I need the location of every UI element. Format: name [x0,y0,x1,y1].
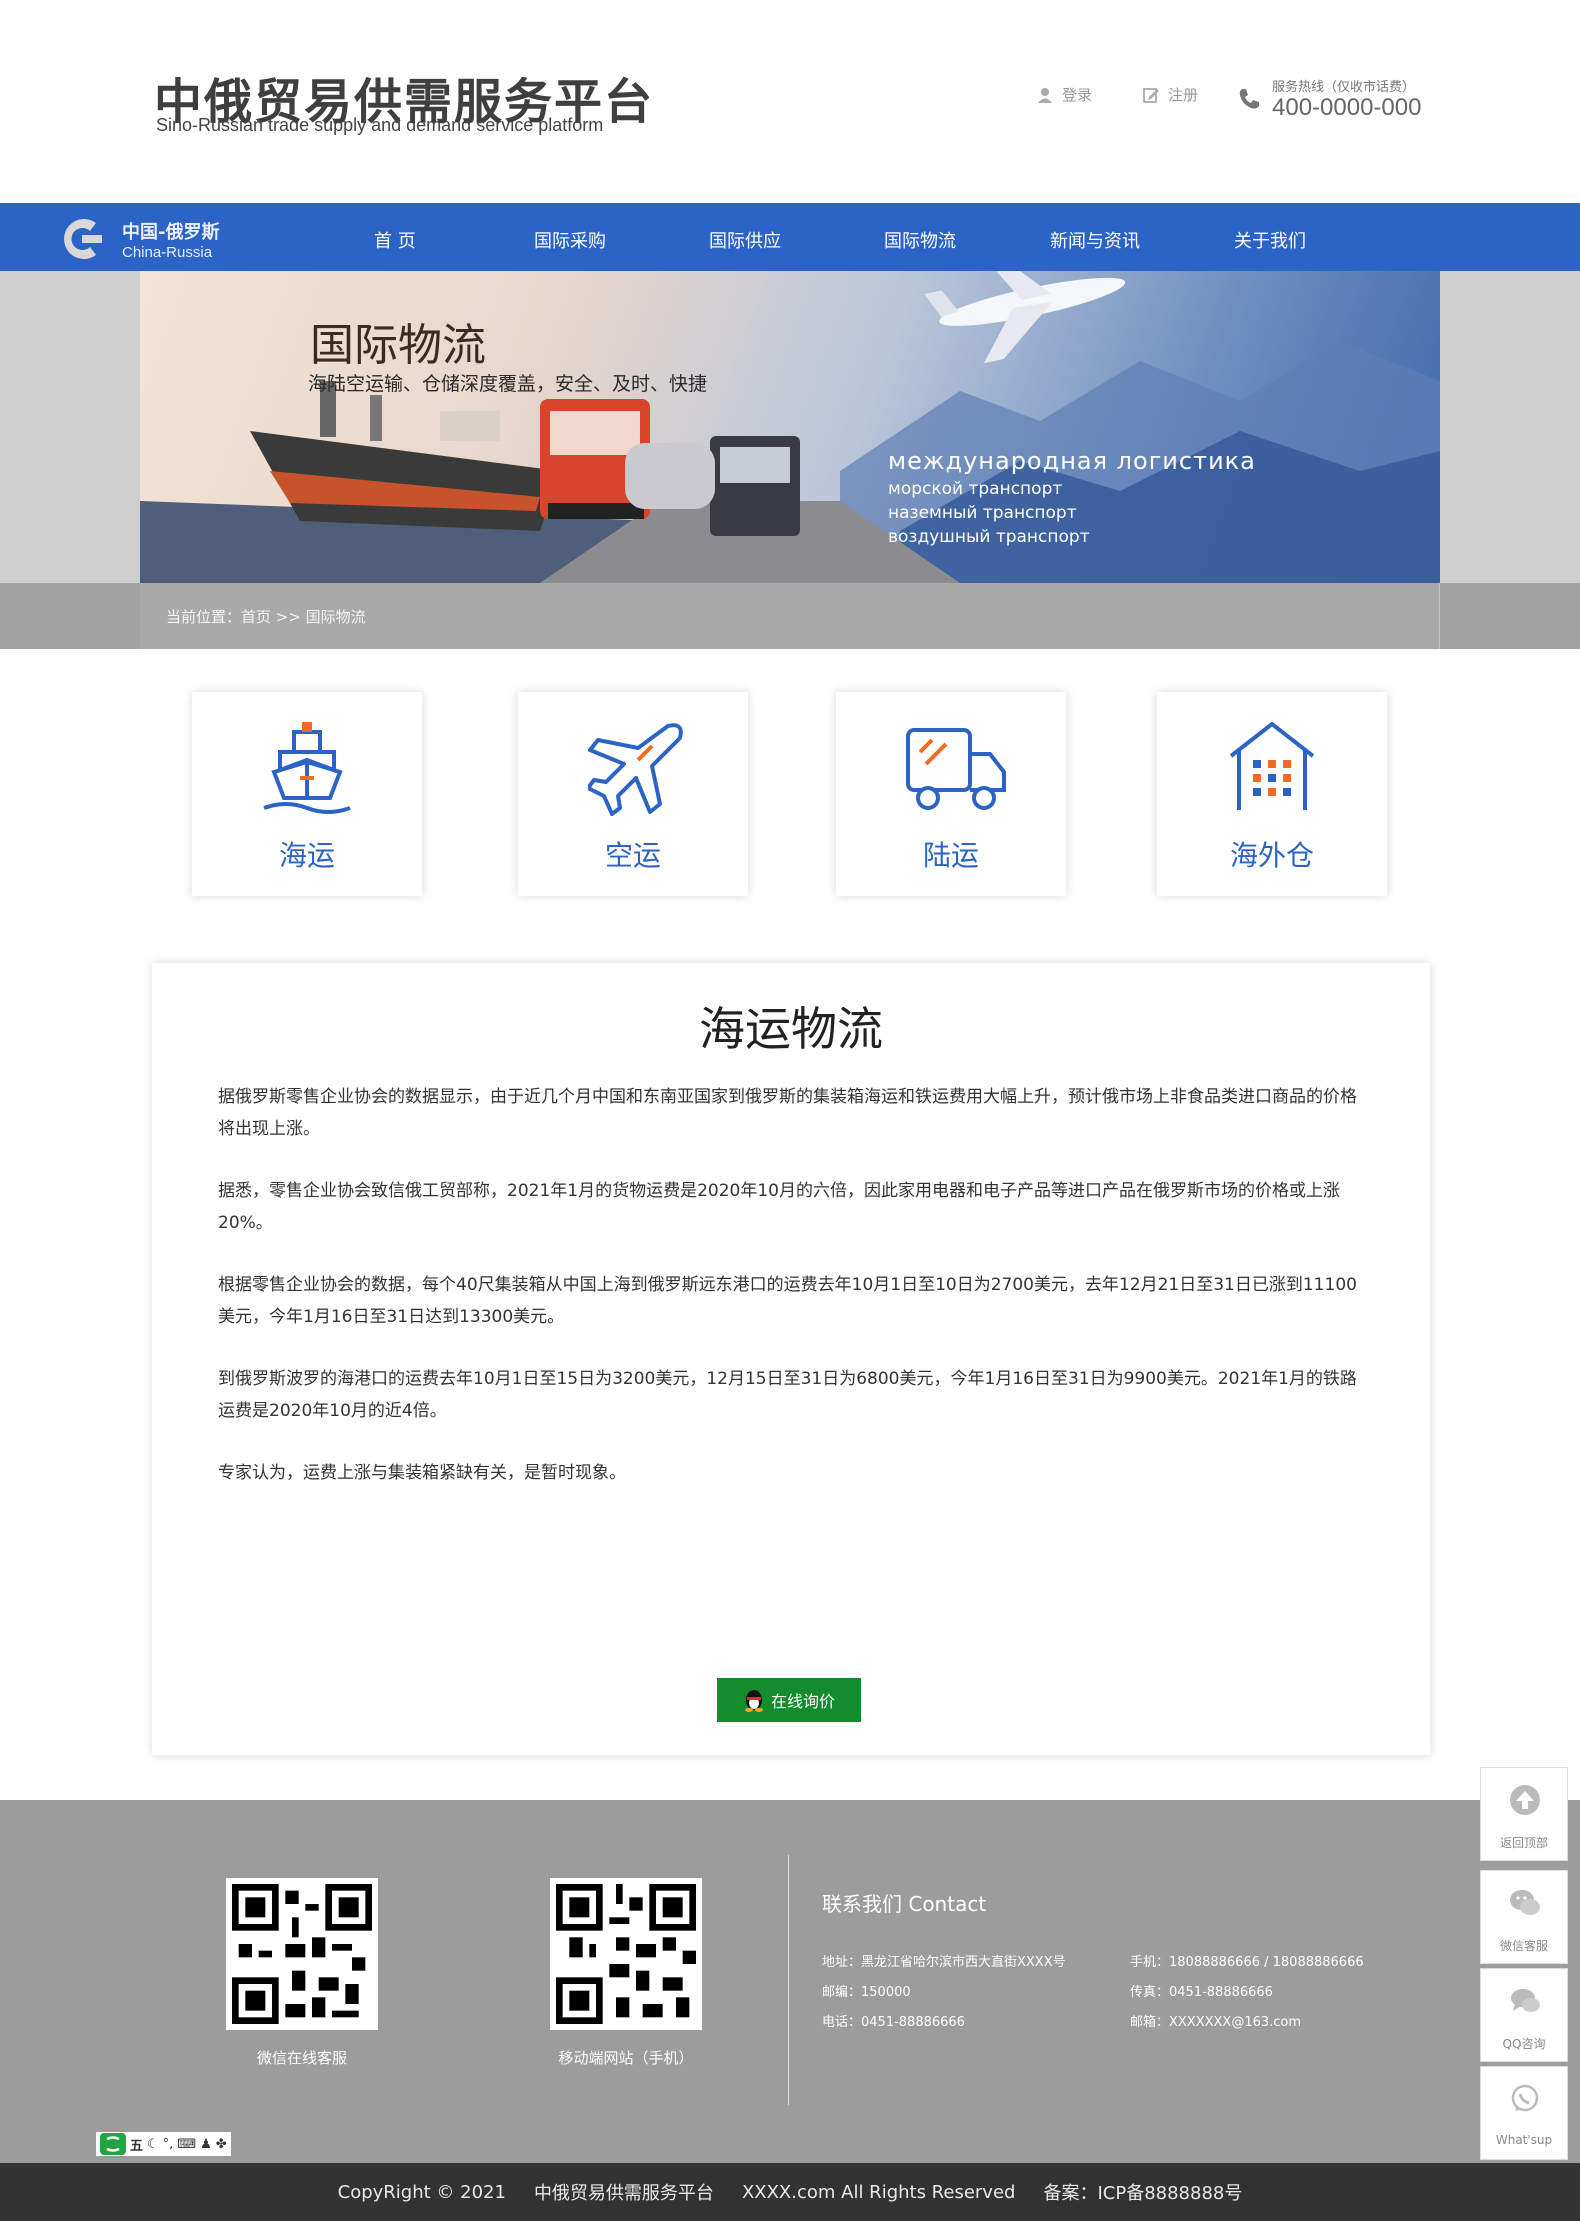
breadcrumb-bar: 当前位置：首页 >> 国际物流 [0,583,1580,649]
grid-icon: ✤ [215,2136,227,2152]
service-card-air[interactable]: 空运 [518,692,748,896]
article-paragraph: 据俄罗斯零售企业协会的数据显示，由于近几个月中国和东南亚国家到俄罗斯的集装箱海运… [218,1087,1357,1139]
qq-penguin-icon [744,1690,763,1712]
banner-ru-title: международная логистика [888,447,1256,475]
banner: 国际物流 海陆空运输、仓储深度覆盖，安全、及时、快捷 международная… [140,271,1440,583]
banner-ru-line: воздушный транспорт [888,527,1090,547]
ime-mode-label: 五 [130,2138,144,2154]
nav-logo-en: China-Russia [122,243,213,261]
nav-logo[interactable]: 中国-俄罗斯 China-Russia [56,217,219,261]
contact-fax: 传真：0451-88886666 [1130,1985,1273,2000]
login-link[interactable]: 登录 [1036,84,1092,105]
nav-logo-cn: 中国-俄罗斯 [122,221,220,243]
site-header: 中俄贸易供需服务平台 Sino-Russian trade supply and… [0,0,1580,203]
whatsapp-icon [1511,2084,1539,2112]
register-label: 注册 [1168,86,1199,104]
article-paragraph: 到俄罗斯波罗的海港口的运费去年10月1日至15日为3200美元，12月15日至3… [218,1369,1357,1421]
inquiry-button-label: 在线询价 [770,1692,835,1711]
article-paragraph: 根据零售企业协会的数据，每个40尺集装箱从中国上海到俄罗斯远东港口的运费去年10… [218,1275,1357,1327]
copyright-bar: CopyRight © 2021 中俄贸易供需服务平台 XXXX.com All… [0,2163,1580,2221]
icp-record[interactable]: 备案：ICP备8888888号 [1043,2179,1242,2205]
float-label: 微信客服 [1499,1939,1548,1953]
wechat-icon [1510,1890,1540,1915]
service-card-land[interactable]: 陆运 [836,692,1066,896]
ship-icon [263,722,351,814]
copyright-site-name: 中俄贸易供需服务平台 [533,2183,714,2204]
chat-icon [1511,1989,1540,2012]
punctuation-icon: °, [162,2136,174,2152]
copyright-rights: XXXX.com All Rights Reserved [741,2181,1016,2203]
service-card-sea[interactable]: 海运 [192,692,422,896]
banner-subtitle: 海陆空运输、仓储深度覆盖，安全、及时、快捷 [308,373,708,395]
ime-toolbar[interactable]: 五 ☾ °, ⌨ ♟ ✤ [96,2132,231,2156]
footer-divider [788,1855,789,2105]
nav-item-about[interactable]: 关于我们 [1234,227,1306,253]
banner-title: 国际物流 [310,320,486,371]
article-title: 海运物流 [699,1002,883,1056]
service-label-warehouse: 海外仓 [1229,839,1314,872]
site-logo-subtitle: Sino-Russian trade supply and demand ser… [156,115,604,135]
banner-ru-line: наземный транспорт [888,503,1077,523]
arrow-up-icon [1510,1785,1540,1815]
login-label: 登录 [1062,86,1093,104]
service-label-air: 空运 [604,839,661,872]
service-card-warehouse[interactable]: 海外仓 [1157,692,1387,896]
article-paragraph: 据悉，零售企业协会致信俄工贸部称，2021年1月的货物运费是2020年10月的六… [218,1181,1340,1233]
copyright-text: CopyRight © 2021 [337,2181,506,2203]
banner-russian-text: международная логистика морской транспор… [888,447,1256,547]
float-label: What'sup [1495,2133,1553,2147]
airplane-icon [588,723,683,816]
article-panel: 海运物流 据俄罗斯零售企业协会的数据显示，由于近几个月中国和东南亚国家到俄罗斯的… [152,963,1430,1755]
contact-email[interactable]: 邮箱：XXXXXXX@163.com [1130,2011,1301,2030]
wechat-qr-code [226,1878,378,2030]
contact-postcode: 邮编：150000 [822,1985,911,2000]
main-nav: 中国-俄罗斯 China-Russia 首 页 国际采购 国际供应 国际物流 新… [0,203,1580,271]
warehouse-icon [1229,721,1315,810]
qr-code-icon [556,1884,696,2024]
float-label: QQ咨询 [1502,2037,1546,2051]
nav-item-home[interactable]: 首 页 [374,227,416,253]
float-label: 返回顶部 [1499,1836,1548,1850]
site-footer: 微信在线客服 移动端网站（手机） 联系我们 Contact 地址：黑龙江省哈尔滨… [0,1800,1580,2163]
nav-item-logistics[interactable]: 国际物流 [884,227,956,253]
contact-address: 地址：黑龙江省哈尔滨市西大直街XXXX号 [822,1955,1066,1970]
whatsapp-button[interactable]: What'sup [1480,2066,1568,2160]
hotline-label: 服务热线（仅收市话费） [1272,80,1416,95]
moon-icon: ☾ [147,2136,159,2152]
ime-logo-icon [100,2133,126,2155]
wechat-service-button[interactable]: 微信客服 [1480,1870,1568,1964]
mobile-site-qr-code [550,1878,702,2030]
qr-code-icon [232,1884,372,2024]
edit-icon [1143,87,1159,103]
contact-mobile: 手机：18088886666 / 18088886666 [1130,1955,1364,1970]
inquiry-button[interactable]: 在线询价 [717,1678,861,1722]
back-to-top-button[interactable]: 返回顶部 [1480,1767,1568,1861]
service-label-sea: 海运 [278,839,335,872]
nav-item-supply[interactable]: 国际供应 [709,227,781,253]
banner-ru-line: морской транспорт [888,479,1063,499]
keyboard-icon: ⌨ [177,2136,197,2152]
register-link[interactable]: 注册 [1142,84,1198,105]
hotline-number: 400-0000-000 [1272,94,1422,121]
china-russia-logo-icon [63,219,102,259]
qr-label-mobile: 移动端网站（手机） [558,2049,694,2067]
contact-phone: 电话：0451-88886666 [822,2015,965,2030]
article-paragraph: 专家认为，运费上涨与集装箱紧缺有关，是暂时现象。 [218,1463,626,1483]
user-icon: ♟ [200,2136,212,2152]
user-icon [1038,87,1052,103]
contact-title: 联系我们 Contact [822,1892,987,1916]
qr-label-wechat: 微信在线客服 [256,2049,347,2067]
nav-item-procurement[interactable]: 国际采购 [534,227,606,253]
phone-icon [1239,89,1259,109]
service-label-land: 陆运 [922,839,979,872]
breadcrumb[interactable]: 当前位置：首页 >> 国际物流 [166,606,366,627]
nav-item-news[interactable]: 新闻与资讯 [1050,227,1140,253]
truck-icon [906,728,1006,810]
qq-consult-button[interactable]: QQ咨询 [1480,1968,1568,2062]
